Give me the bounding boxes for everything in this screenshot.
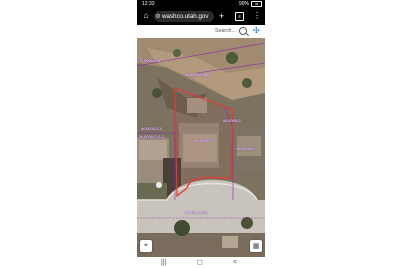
locate-me-button[interactable]: ⌖ (140, 240, 152, 252)
new-tab-button[interactable]: + (219, 11, 224, 21)
signal-text: 90% (238, 1, 249, 7)
home-icon[interactable]: ⌂ (141, 11, 151, 21)
aerial-map[interactable]: S-0000-0-0 W-0000-0-000 W-0000-0-0 W-000… (137, 38, 265, 257)
lower-lots (137, 233, 265, 257)
selected-parcel-label: W-0000-0 (195, 138, 213, 143)
parcel-label: W-0000-0 (237, 146, 255, 151)
tools-icon[interactable]: ✣ (253, 26, 260, 36)
parcel-label: W-0000-0 (223, 118, 241, 123)
parcel-label: S-0000-0-0 (140, 58, 161, 63)
shrub (173, 49, 181, 57)
parcel-label: W-0000-0-0-0 (139, 134, 164, 139)
search-placeholder: Search... (215, 28, 236, 34)
status-right: 90% 49 (239, 0, 262, 8)
shrub (242, 78, 252, 88)
recents-button[interactable]: ||| (161, 258, 166, 267)
parcel-label: W-0000-0-000 (185, 72, 211, 77)
tab-count-button[interactable]: 4 (235, 12, 244, 21)
home-button[interactable]: ◻ (197, 258, 203, 267)
crosshair-icon: ⌖ (144, 242, 148, 249)
parcel-label: W-0000-0-0 (141, 126, 163, 131)
map-search-bar[interactable]: Search... ✣ (137, 25, 265, 38)
grid-icon: ▦ (252, 243, 260, 250)
site-info-icon[interactable]: ⚙ (154, 13, 162, 20)
status-time: 12:33 (142, 1, 155, 7)
status-bar: 12:33 90% 49 (137, 0, 265, 8)
shrub (226, 52, 238, 64)
browser-menu-button[interactable]: ⋮ (253, 11, 261, 21)
basemap-button[interactable]: ▦ (250, 240, 262, 252)
tree (174, 220, 190, 236)
address-bar[interactable]: ⚙ washco.utah.gov (154, 11, 214, 22)
phone-screen: 12:33 90% 49 ⌂ ⚙ washco.utah.gov + 4 ⋮ S… (137, 0, 265, 268)
shrub (152, 88, 162, 98)
android-nav-bar: ||| ◻ < (137, 257, 265, 268)
parked-car (156, 182, 162, 188)
roof-left (139, 140, 167, 160)
back-button[interactable]: < (233, 258, 237, 267)
browser-toolbar: ⌂ ⚙ washco.utah.gov + 4 ⋮ (137, 8, 265, 25)
lower-roof (222, 236, 238, 248)
street-label: W 0TH N 00 (185, 210, 208, 215)
url-text: washco.utah.gov (162, 13, 209, 20)
tree (241, 217, 253, 229)
search-icon[interactable] (239, 27, 247, 35)
battery-icon: 49 (251, 1, 262, 7)
